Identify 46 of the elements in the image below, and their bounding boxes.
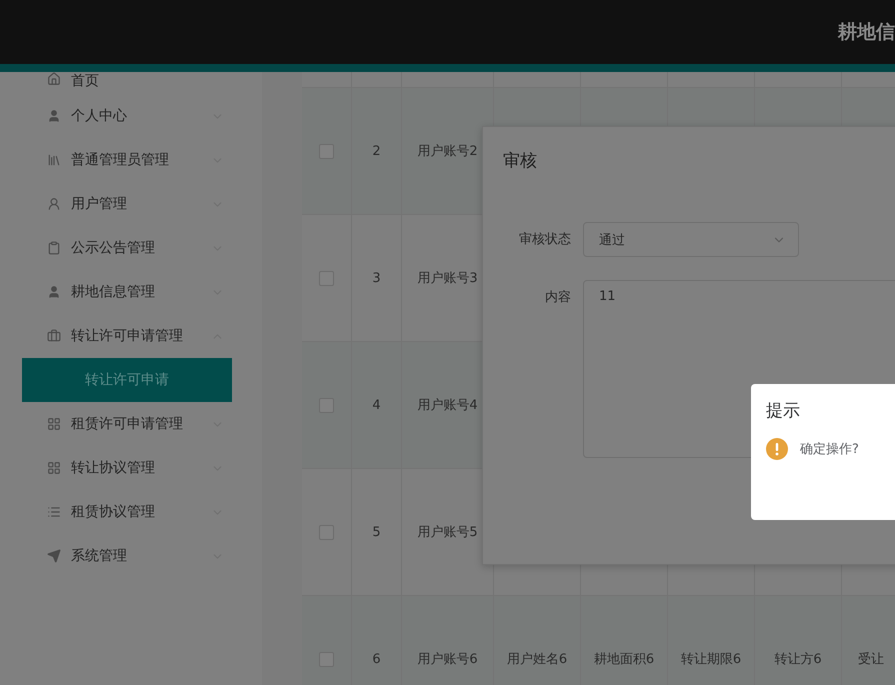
home-icon [47, 72, 61, 86]
sidebar-item[interactable]: 租赁许可申请管理 [0, 402, 262, 446]
warning-icon [766, 438, 788, 460]
table-cell-text: 用户账号2 [417, 143, 478, 160]
clipboard-icon [47, 241, 61, 255]
sidebar-item[interactable]: 转让协议管理 [0, 446, 262, 490]
send-icon [47, 549, 61, 563]
sidebar-item[interactable]: 普通管理员管理 [0, 138, 262, 182]
app-title: 耕地信 [838, 20, 895, 45]
sidebar-subitem[interactable]: 转让许可申请 [22, 358, 232, 402]
table-cell: 5 [372, 524, 381, 540]
table-cell: 6 [372, 652, 381, 666]
grid-icon [47, 417, 61, 431]
table-cell-text: 转让方6 [774, 651, 822, 668]
sidebar-item[interactable]: 租赁协议管理 [0, 490, 262, 534]
sidebar-item[interactable]: 耕地信息管理 [0, 270, 262, 314]
table-cell-text: 用户账号6 [417, 651, 478, 668]
user-icon [47, 197, 61, 211]
grid-icon [47, 461, 61, 475]
message-title: 提示 [766, 400, 801, 422]
briefcase-icon [47, 329, 61, 343]
table-cell: 4 [372, 398, 381, 412]
sidebar-item[interactable]: 用户管理 [0, 182, 262, 226]
table-cell: 2 [372, 144, 381, 158]
sidebar-item[interactable]: 系统管理 [0, 534, 262, 578]
sidebar-item[interactable]: 首页 [0, 72, 262, 94]
user-icon [47, 285, 61, 299]
field-label: 审核状态 [518, 231, 572, 249]
message-text: 确定操作? [800, 441, 859, 458]
list-icon [47, 505, 61, 519]
sidebar-item[interactable]: 转让许可申请管理 [0, 314, 262, 358]
table-cell-text: 用户姓名6 [506, 651, 568, 668]
field-label: 内容 [544, 289, 572, 307]
status-select[interactable]: 通过 [583, 222, 799, 257]
user-icon [47, 109, 61, 123]
table-cell-text: 耕地面积6 [594, 651, 654, 668]
books-icon [47, 153, 61, 167]
sidebar-item[interactable]: 个人中心 [0, 94, 262, 138]
table-cell-text: 用户账号3 [417, 270, 478, 287]
table-cell: 3 [372, 270, 381, 286]
table-cell-text: 用户账号5 [417, 524, 478, 541]
table-cell-text: 转让期限6 [680, 651, 742, 668]
dialog-title: 审核 [503, 150, 538, 172]
sidebar-item[interactable]: 公示公告管理 [0, 226, 262, 270]
table-cell-text: 受让 [858, 651, 884, 668]
table-cell-text: 用户账号4 [417, 397, 478, 414]
